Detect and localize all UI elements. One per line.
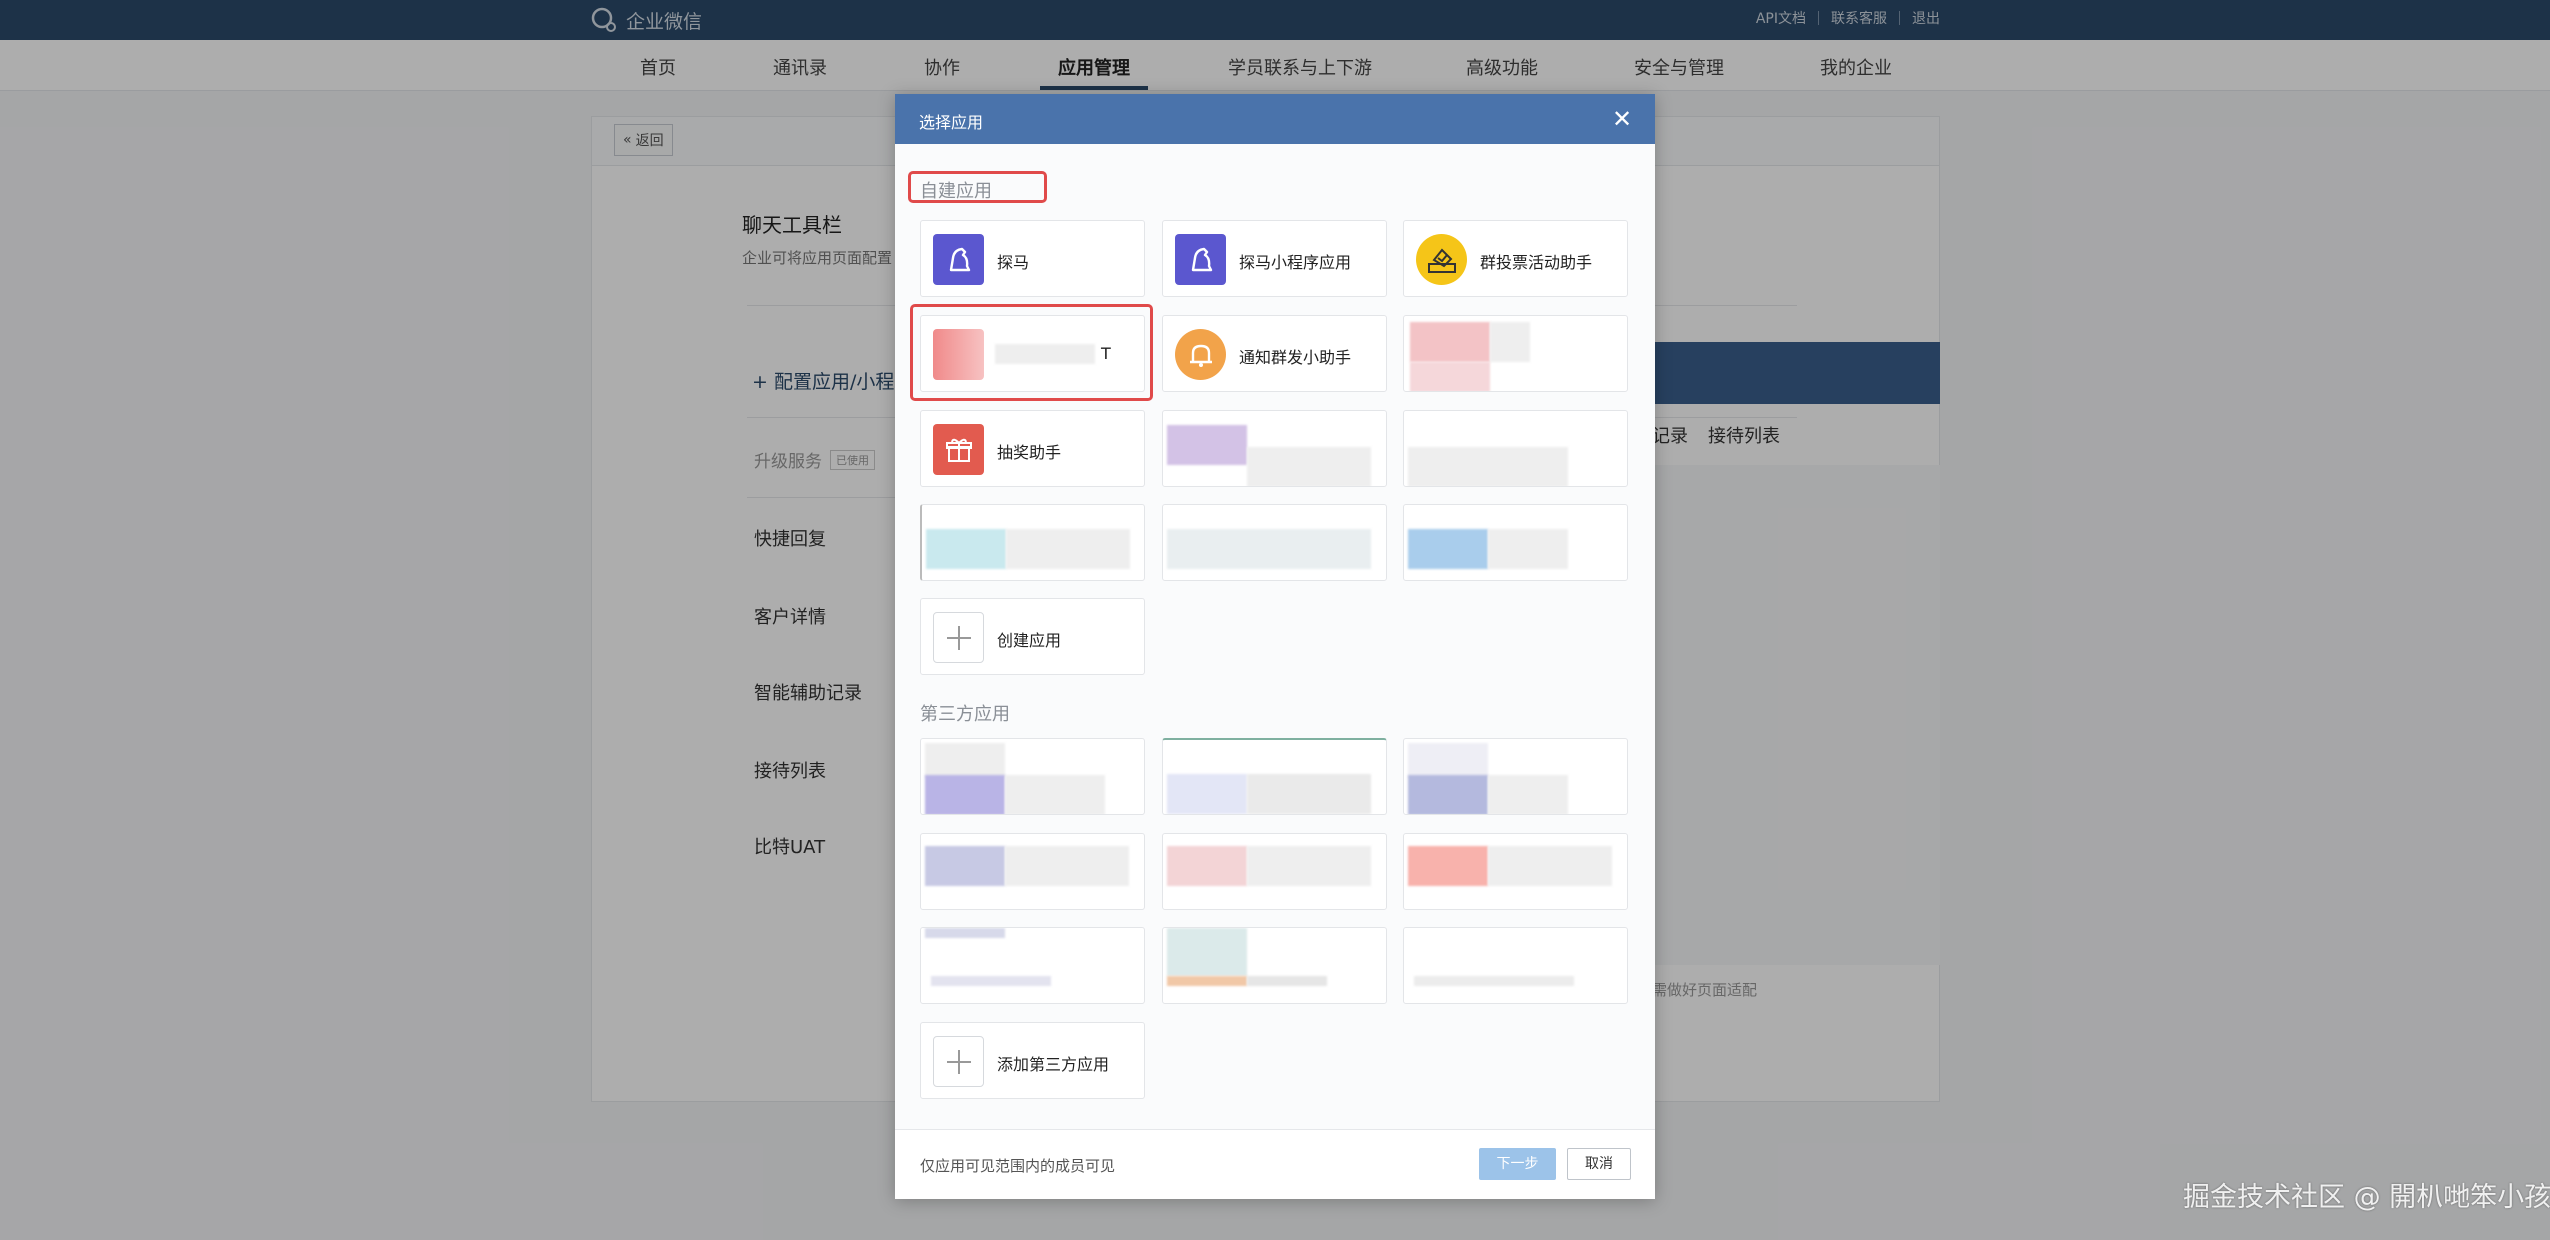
blurred-name [1247, 846, 1371, 886]
app-tile-notify-assistant[interactable]: 通知群发小助手 [1162, 315, 1387, 392]
dialog-title: 选择应用 [919, 113, 984, 132]
blurred-icon [1167, 976, 1247, 986]
blurred-name [1006, 529, 1130, 569]
blurred-name [1490, 322, 1530, 362]
create-app-label: 创建应用 [997, 631, 1062, 650]
visibility-note: 仅应用可见范围内的成员可见 [920, 1157, 1116, 1175]
app-tile-blurred[interactable] [1162, 504, 1387, 581]
horse-icon [1175, 234, 1226, 285]
app-tile-blurred[interactable] [1403, 738, 1628, 815]
app-tile-blurred[interactable] [920, 738, 1145, 815]
blurred-name [1488, 775, 1568, 814]
app-name: 通知群发小助手 [1239, 348, 1352, 367]
blurred-name [1488, 529, 1568, 569]
app-tile-group-vote[interactable]: 群投票活动助手 [1403, 220, 1628, 297]
app-tile-blurred[interactable] [920, 504, 1145, 581]
watermark: 掘金技术社区 @ 開朳哋笨小孩 [2183, 1182, 2550, 1213]
blurred-name [1005, 846, 1129, 886]
blurred-name [1414, 976, 1574, 986]
dialog-body: 自建应用 探马 探马小程序应用 群投票活动助手 T 通知群发小助手 抽奖助手 创… [895, 144, 1655, 1129]
app-tile-blurred[interactable] [1403, 410, 1628, 487]
next-button[interactable]: 下一步 [1479, 1148, 1556, 1180]
close-icon[interactable]: ✕ [1609, 106, 1635, 132]
app-name: 探马 [997, 253, 1030, 272]
blurred-name [1247, 447, 1371, 486]
gift-icon [933, 424, 984, 475]
highlight-box [908, 171, 1047, 203]
blurred-icon [1167, 928, 1247, 976]
blurred-icon [1408, 846, 1488, 886]
blurred-icon [1408, 743, 1488, 778]
app-tile-blurred[interactable] [1162, 738, 1387, 815]
horse-icon [933, 234, 984, 285]
app-tile-blurred[interactable] [1403, 315, 1628, 392]
bell-icon [1175, 329, 1226, 380]
section-third-party: 第三方应用 [920, 704, 1010, 725]
plus-icon [933, 1036, 984, 1087]
blurred-icon [1410, 322, 1490, 362]
dialog-header: 选择应用 ✕ [895, 94, 1655, 144]
app-tile-blurred[interactable] [1403, 504, 1628, 581]
blurred-icon [1408, 529, 1488, 569]
app-tile-lottery[interactable]: 抽奖助手 [920, 410, 1145, 487]
blurred-icon [1410, 362, 1490, 391]
app-tile-blurred[interactable] [1162, 833, 1387, 910]
blurred-name [931, 976, 1051, 986]
blurred-name [1247, 976, 1327, 986]
blurred-icon [925, 928, 1005, 938]
select-app-dialog: 选择应用 ✕ 自建应用 探马 探马小程序应用 群投票活动助手 T 通知群发小助手… [895, 94, 1655, 1199]
blurred-icon [1167, 774, 1247, 814]
blurred-icon [1167, 846, 1247, 886]
create-app-button[interactable]: 创建应用 [920, 598, 1145, 675]
app-tile-tanma-miniprogram[interactable]: 探马小程序应用 [1162, 220, 1387, 297]
blurred-name [1167, 529, 1371, 569]
app-name: 探马小程序应用 [1239, 253, 1352, 272]
blurred-name [1488, 846, 1612, 886]
blurred-icon [925, 775, 1005, 814]
blurred-icon [1408, 775, 1488, 814]
highlight-box [910, 304, 1153, 401]
app-tile-tanma[interactable]: 探马 [920, 220, 1145, 297]
add-third-party-label: 添加第三方应用 [997, 1055, 1110, 1074]
vote-icon [1416, 234, 1467, 285]
plus-icon [933, 612, 984, 663]
blurred-icon [925, 743, 1005, 778]
app-tile-blurred[interactable] [1162, 927, 1387, 1004]
app-tile-blurred[interactable] [1403, 927, 1628, 1004]
add-third-party-app-button[interactable]: 添加第三方应用 [920, 1022, 1145, 1099]
app-tile-blurred[interactable] [920, 833, 1145, 910]
app-tile-blurred[interactable] [1162, 410, 1387, 487]
blurred-name [1005, 775, 1105, 814]
blurred-icon [1167, 425, 1247, 465]
dialog-footer: 仅应用可见范围内的成员可见 下一步 取消 [895, 1129, 1655, 1199]
app-name: 抽奖助手 [997, 443, 1062, 462]
blurred-name [1247, 774, 1371, 814]
app-name: 群投票活动助手 [1480, 253, 1593, 272]
app-tile-blurred[interactable] [1403, 833, 1628, 910]
blurred-icon [926, 529, 1006, 569]
app-tile-blurred[interactable] [920, 927, 1145, 1004]
blurred-icon [925, 846, 1005, 886]
blurred-name [1408, 447, 1568, 486]
cancel-button[interactable]: 取消 [1567, 1148, 1631, 1180]
